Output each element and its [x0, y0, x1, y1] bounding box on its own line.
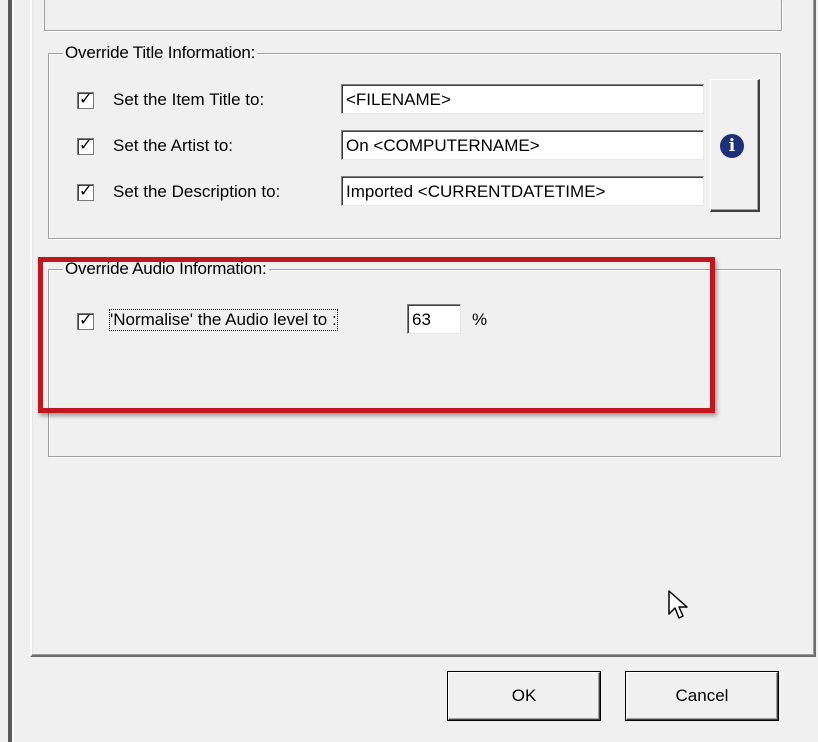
percent-label: %	[472, 310, 488, 329]
normalise-checkbox[interactable]: ✓	[77, 312, 94, 330]
description-checkbox[interactable]: ✓	[77, 183, 94, 201]
checkmark-icon: ✓	[79, 91, 93, 108]
checkmark-icon: ✓	[79, 312, 93, 329]
artist-checkbox[interactable]: ✓	[77, 137, 94, 155]
normalise-label: 'Normalise' the Audio level to :	[109, 309, 338, 331]
info-icon: i	[720, 134, 744, 158]
item-title-field[interactable]: <FILENAME>	[341, 84, 704, 114]
title-info-group-label: Override Title Information:	[63, 43, 258, 63]
artist-field[interactable]: On <COMPUTERNAME>	[341, 130, 704, 160]
artist-label: Set the Artist to:	[113, 136, 234, 155]
description-field[interactable]: Imported <CURRENTDATETIME>	[341, 176, 704, 206]
item-title-label: Set the Item Title to:	[113, 90, 265, 109]
description-label: Set the Description to:	[113, 182, 281, 201]
window-edge-highlight	[12, 0, 14, 742]
cancel-button[interactable]: Cancel	[626, 672, 778, 720]
info-button[interactable]: i	[710, 79, 760, 212]
audio-info-group: Override Audio Information:	[48, 259, 781, 457]
audio-level-field[interactable]: 63	[407, 304, 461, 334]
item-title-checkbox[interactable]: ✓	[77, 91, 94, 109]
ok-button[interactable]: OK	[448, 672, 600, 720]
previous-groupbox	[44, 0, 782, 31]
checkmark-icon: ✓	[79, 137, 93, 154]
dialog-window: Override Title Information: ✓ Set the It…	[0, 0, 818, 742]
audio-info-group-label: Override Audio Information:	[63, 259, 269, 279]
checkmark-icon: ✓	[79, 183, 93, 200]
mouse-cursor-icon	[668, 590, 688, 619]
